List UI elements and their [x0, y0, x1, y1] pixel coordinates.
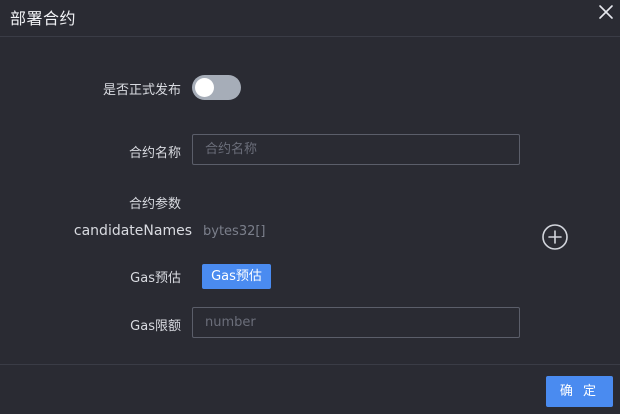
- param-name: candidateNames: [73, 223, 192, 239]
- gas-estimate-button[interactable]: Gas预估: [202, 264, 271, 289]
- param-type: bytes32[]: [203, 224, 266, 239]
- contract-name-label: 合约名称: [128, 146, 181, 161]
- close-icon[interactable]: [598, 4, 614, 20]
- contract-params-label: 合约参数: [128, 197, 181, 212]
- contract-name-input[interactable]: [192, 134, 520, 165]
- publish-label: 是否正式发布: [102, 83, 181, 98]
- dialog-header: 部署合约: [0, 0, 620, 37]
- confirm-button[interactable]: 确 定: [546, 376, 613, 407]
- gas-limit-label: Gas限额: [130, 319, 181, 334]
- plus-circle-icon[interactable]: [541, 223, 569, 251]
- dialog-footer: [0, 364, 620, 414]
- toggle-knob: [195, 78, 214, 97]
- gas-limit-input[interactable]: [192, 307, 520, 338]
- deploy-contract-dialog: 部署合约 是否正式发布 合约名称 合约参数 candidateNames byt…: [0, 0, 620, 414]
- gas-estimate-label: Gas预估: [130, 271, 181, 286]
- publish-toggle[interactable]: [192, 75, 241, 100]
- dialog-title: 部署合约: [10, 9, 77, 28]
